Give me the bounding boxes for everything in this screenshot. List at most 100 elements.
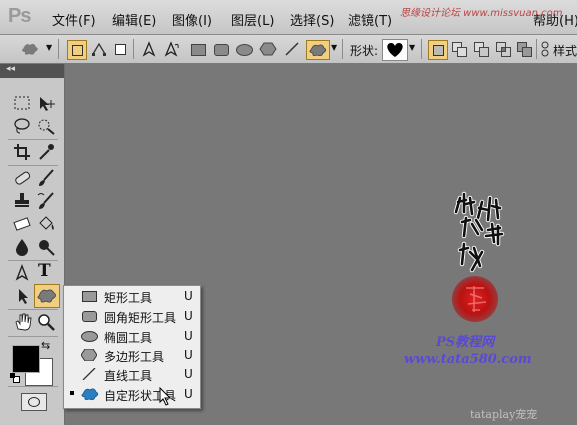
toolbox: ◂◂ T ⇆ bbox=[0, 64, 65, 425]
rounded-rectangle-tool-icon bbox=[81, 310, 97, 322]
freeform-pen-icon[interactable] bbox=[163, 40, 181, 58]
menu-filter[interactable]: 滤镜(T) bbox=[348, 10, 392, 29]
shape-layers-mode-button[interactable] bbox=[67, 40, 87, 60]
flyout-item-polygon-tool[interactable]: 多边形工具 U bbox=[64, 346, 200, 365]
photoshop-logo: Ps bbox=[8, 5, 31, 27]
polygon-option-icon[interactable] bbox=[259, 40, 277, 58]
rounded-rectangle-option-button[interactable] bbox=[212, 40, 230, 58]
default-colors-icon[interactable] bbox=[10, 373, 20, 383]
flyout-item-label: 圆角矩形工具 bbox=[104, 311, 177, 325]
blur-tool-icon[interactable] bbox=[12, 237, 34, 257]
menu-file[interactable]: 文件(F) bbox=[52, 10, 96, 29]
line-tool-icon bbox=[82, 368, 96, 380]
red-seal-stamp bbox=[452, 276, 498, 322]
flyout-item-ellipse-tool[interactable]: 椭圆工具 U bbox=[64, 327, 200, 346]
chevron-down-icon[interactable]: ▼ bbox=[331, 43, 337, 52]
foreground-color-swatch[interactable] bbox=[12, 345, 40, 373]
calligraphy-artwork bbox=[453, 191, 505, 273]
mouse-cursor-icon bbox=[159, 387, 172, 406]
flyout-item-label: 直线工具 bbox=[104, 369, 153, 383]
divider bbox=[58, 39, 59, 59]
quick-selection-tool-icon[interactable] bbox=[36, 116, 58, 136]
crop-tool-icon[interactable] bbox=[12, 142, 34, 162]
type-tool-icon[interactable]: T bbox=[38, 261, 60, 281]
custom-shape-tool-icon bbox=[37, 289, 56, 303]
corner-watermark: tataplay宠宠 bbox=[470, 408, 538, 421]
quick-mask-button[interactable] bbox=[21, 393, 47, 411]
paint-bucket-tool-icon[interactable] bbox=[36, 214, 58, 234]
chevron-down-icon[interactable]: ▼ bbox=[46, 43, 52, 52]
lasso-tool-icon[interactable] bbox=[12, 116, 34, 136]
flyout-item-shortcut: U bbox=[184, 367, 193, 381]
shape-picker[interactable] bbox=[382, 39, 408, 61]
menu-layer[interactable]: 图层(L) bbox=[231, 10, 274, 29]
custom-shape-tool-button[interactable] bbox=[34, 284, 60, 308]
divider bbox=[133, 39, 134, 59]
divider bbox=[8, 336, 58, 337]
options-bar: ▼ ▼ 形状: ▼ 样式 bbox=[0, 35, 577, 64]
custom-shape-tool-icon bbox=[81, 388, 99, 401]
new-layer-mode-button[interactable] bbox=[428, 40, 448, 60]
style-label: 样式 bbox=[553, 44, 577, 58]
paths-mode-button[interactable] bbox=[90, 40, 108, 58]
flyout-item-label: 矩形工具 bbox=[104, 291, 153, 305]
chevron-down-icon[interactable]: ▼ bbox=[409, 43, 415, 52]
subtract-shape-area-button[interactable] bbox=[472, 40, 490, 58]
tool-preset-icon[interactable] bbox=[20, 41, 42, 57]
flyout-item-label: 多边形工具 bbox=[104, 350, 165, 364]
flyout-item-shortcut: U bbox=[184, 289, 193, 303]
link-icon[interactable] bbox=[540, 41, 550, 57]
flyout-item-shortcut: U bbox=[184, 329, 193, 343]
menu-bar: Ps 文件(F) 编辑(E) 图像(I) 图层(L) 选择(S) 滤镜(T) 帮… bbox=[0, 0, 577, 35]
divider bbox=[8, 165, 58, 166]
brush-tool-icon[interactable] bbox=[36, 168, 58, 188]
marquee-tool-icon[interactable] bbox=[12, 94, 34, 114]
pen-tool-icon[interactable] bbox=[140, 40, 158, 58]
move-tool-icon[interactable] bbox=[36, 94, 58, 114]
flyout-item-rectangle-tool[interactable]: 矩形工具 U bbox=[64, 287, 200, 306]
menu-select[interactable]: 选择(S) bbox=[290, 10, 334, 29]
rectangle-option-button[interactable] bbox=[189, 40, 207, 58]
rectangle-tool-icon bbox=[81, 290, 97, 302]
menu-edit[interactable]: 编辑(E) bbox=[112, 10, 156, 29]
flyout-item-shortcut: U bbox=[184, 309, 193, 323]
exclude-shape-area-button[interactable] bbox=[515, 40, 533, 58]
line-option-icon[interactable] bbox=[283, 40, 301, 58]
shape-label: 形状: bbox=[350, 44, 379, 58]
swap-colors-icon[interactable]: ⇆ bbox=[41, 339, 50, 352]
add-shape-area-button[interactable] bbox=[450, 40, 468, 58]
healing-brush-tool-icon[interactable] bbox=[12, 168, 34, 188]
divider bbox=[342, 39, 343, 59]
divider bbox=[421, 39, 422, 59]
divider bbox=[8, 309, 58, 310]
flyout-item-custom-shape-tool[interactable]: 自定形状工具 U bbox=[64, 384, 200, 406]
site-name-text: PS教程网 bbox=[436, 335, 495, 350]
history-brush-tool-icon[interactable] bbox=[36, 191, 58, 211]
flyout-item-line-tool[interactable]: 直线工具 U bbox=[64, 365, 200, 384]
zoom-tool-icon[interactable] bbox=[36, 312, 58, 332]
collapse-icon[interactable]: ◂◂ bbox=[6, 64, 15, 74]
flyout-item-label: 椭圆工具 bbox=[104, 331, 153, 345]
custom-shape-option-button[interactable] bbox=[306, 40, 330, 60]
hand-tool-icon[interactable] bbox=[12, 312, 34, 332]
ellipse-option-button[interactable] bbox=[235, 40, 253, 58]
divider bbox=[536, 39, 537, 59]
dodge-tool-icon[interactable] bbox=[36, 237, 58, 257]
divider bbox=[8, 139, 58, 140]
divider bbox=[8, 386, 58, 387]
flyout-item-shortcut: U bbox=[184, 387, 193, 401]
eraser-tool-icon[interactable] bbox=[12, 214, 34, 234]
site-url-text: www.tata580.com bbox=[404, 352, 532, 367]
selected-bullet-icon bbox=[70, 391, 74, 395]
ellipse-tool-icon bbox=[81, 330, 98, 342]
pen-tool-icon[interactable] bbox=[12, 263, 34, 283]
intersect-shape-area-button[interactable] bbox=[494, 40, 512, 58]
toolbox-header[interactable]: ◂◂ bbox=[0, 64, 64, 78]
eyedropper-tool-icon[interactable] bbox=[36, 142, 58, 162]
menu-image[interactable]: 图像(I) bbox=[172, 10, 212, 29]
flyout-item-rounded-rectangle-tool[interactable]: 圆角矩形工具 U bbox=[64, 307, 200, 326]
shape-tool-flyout: 矩形工具 U 圆角矩形工具 U 椭圆工具 U 多边形工具 U 直线工具 U 自定… bbox=[63, 285, 201, 409]
fill-pixels-mode-button[interactable] bbox=[111, 40, 129, 58]
path-selection-tool-icon[interactable] bbox=[12, 286, 34, 306]
clone-stamp-tool-icon[interactable] bbox=[12, 191, 34, 211]
